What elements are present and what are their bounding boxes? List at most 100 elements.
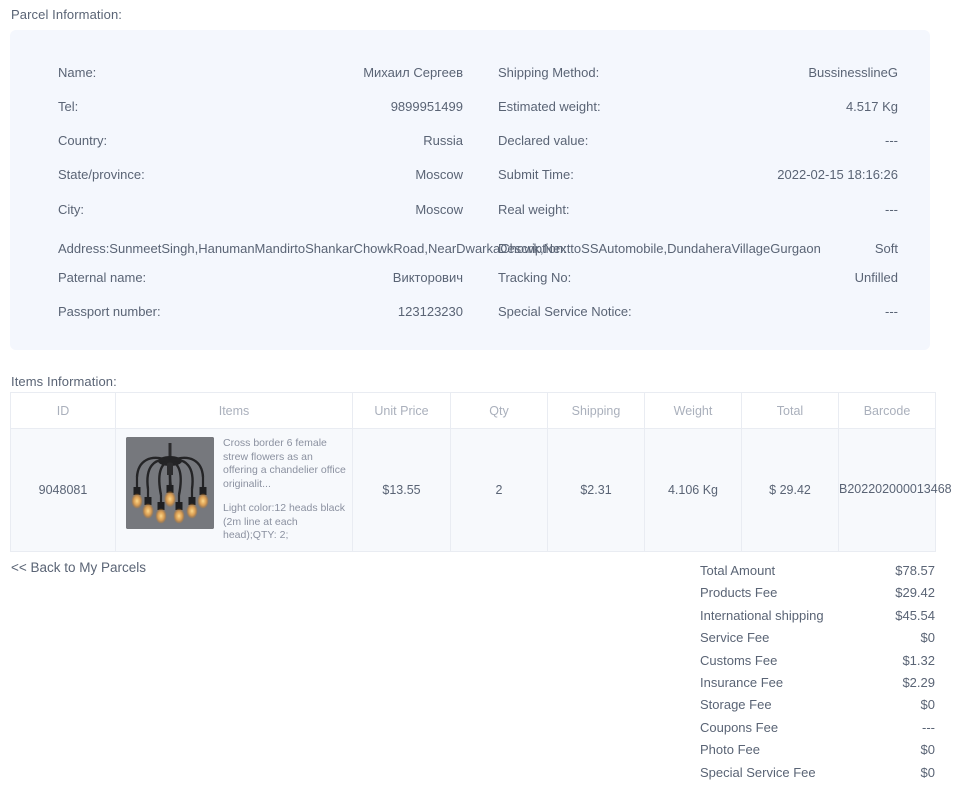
total-row-coupons-fee: Coupons Fee ---: [700, 720, 935, 742]
field-estimated-weight-label: Estimated weight:: [498, 99, 601, 114]
field-name: Name: Михаил Сергеев: [58, 56, 463, 90]
field-submit-time-label: Submit Time:: [498, 167, 574, 182]
field-country-label: Country:: [58, 133, 108, 148]
total-value-customs-fee: $1.32: [902, 652, 935, 668]
field-tracking-no: Tracking No: Unfilled: [498, 261, 898, 295]
field-tel: Tel: 9899951499: [58, 90, 463, 124]
total-value-storage-fee: $0: [920, 697, 935, 713]
parcel-information-title: Parcel Information:: [11, 7, 123, 22]
item-attributes: Light color:12 heads black (2m line at e…: [223, 502, 345, 541]
field-estimated-weight-value: 4.517 Kg: [845, 99, 898, 114]
field-declared-value-value: ---: [885, 133, 898, 148]
total-label-customs-fee: Customs Fee: [700, 652, 778, 668]
column-header-unit-price: Unit Price: [352, 392, 451, 429]
field-name-value: Михаил Сергеев: [363, 65, 463, 80]
items-table: ID Items Unit Price Qty Shipping Weight …: [10, 392, 952, 552]
field-declared-value-label: Declared value:: [498, 133, 589, 148]
total-row-service-fee: Service Fee $0: [700, 630, 935, 652]
field-real-weight-value: ---: [885, 202, 898, 217]
total-label-insurance-fee: Insurance Fee: [700, 674, 784, 690]
total-label-coupons-fee: Coupons Fee: [700, 719, 779, 735]
field-city-value: Moscow: [415, 202, 463, 217]
total-row-products-fee: Products Fee $29.42: [700, 585, 935, 607]
field-shipping-method: Shipping Method: BussinesslineG: [498, 56, 898, 90]
total-row-insurance-fee: Insurance Fee $2.29: [700, 675, 935, 697]
cell-qty: 2: [450, 428, 548, 552]
field-declared-value: Declared value: ---: [498, 124, 898, 158]
field-paternal-name-value: Викторович: [392, 270, 463, 285]
total-label-total-amount: Total Amount: [700, 563, 776, 578]
total-value-international-shipping: $45.54: [895, 607, 935, 623]
field-state-province-label: State/province:: [58, 167, 145, 182]
items-table-header-row: ID Items Unit Price Qty Shipping Weight …: [10, 392, 936, 429]
column-header-weight: Weight: [644, 392, 742, 429]
field-estimated-weight: Estimated weight: 4.517 Kg: [498, 90, 898, 124]
column-header-qty: Qty: [450, 392, 548, 429]
total-label-photo-fee: Photo Fee: [700, 742, 760, 758]
total-row-total-amount: Total Amount $78.57: [700, 563, 935, 585]
field-submit-time-value: 2022-02-15 18:16:26: [777, 167, 898, 182]
field-shipping-method-label: Shipping Method:: [498, 65, 600, 80]
parcel-information-panel: Name: Михаил Сергеев Tel: 9899951499 Cou…: [10, 30, 930, 350]
totals-summary: Total Amount $78.57 Products Fee $29.42 …: [700, 563, 935, 787]
field-state-province: State/province: Moscow: [58, 158, 463, 192]
field-real-weight: Real weight: ---: [498, 193, 898, 227]
field-name-label: Name:: [58, 65, 97, 80]
items-information-title: Items Information:: [11, 374, 117, 389]
total-row-storage-fee: Storage Fee $0: [700, 697, 935, 719]
field-tracking-no-label: Tracking No:: [498, 270, 572, 285]
total-value-special-service-fee: $0: [920, 764, 935, 780]
field-submit-time: Submit Time: 2022-02-15 18:16:26: [498, 158, 898, 192]
total-value-insurance-fee: $2.29: [902, 674, 935, 690]
product-thumbnail[interactable]: [126, 437, 214, 529]
table-row: 9048081 Cross border 6 female strew flow…: [10, 428, 952, 552]
total-label-international-shipping: International shipping: [700, 607, 824, 623]
field-passport-number-label: Passport number:: [58, 304, 161, 319]
cell-id: 9048081: [10, 428, 116, 552]
chandelier-lamp-icon: [126, 437, 214, 529]
field-country-value: Russia: [423, 133, 463, 148]
total-label-storage-fee: Storage Fee: [700, 697, 772, 713]
field-paternal-name: Paternal name: Викторович: [58, 261, 463, 295]
field-paternal-name-label: Paternal name:: [58, 270, 147, 285]
cell-total: $ 29.42: [741, 428, 839, 552]
cell-shipping: $2.31: [547, 428, 645, 552]
total-value-service-fee: $0: [920, 630, 935, 646]
total-label-special-service-fee: Special Service Fee: [700, 764, 816, 780]
field-city: City: Moscow: [58, 193, 463, 227]
total-value-coupons-fee: ---: [922, 719, 935, 735]
cell-items: Cross border 6 female strew flowers as a…: [115, 428, 353, 552]
total-label-products-fee: Products Fee: [700, 585, 778, 601]
field-city-label: City:: [58, 202, 84, 217]
back-to-my-parcels-link[interactable]: << Back to My Parcels: [11, 560, 146, 575]
cell-unit-price: $13.55: [352, 428, 451, 552]
total-value-photo-fee: $0: [920, 742, 935, 758]
total-row-customs-fee: Customs Fee $1.32: [700, 653, 935, 675]
cell-barcode: B202202000013468: [838, 428, 952, 552]
field-country: Country: Russia: [58, 124, 463, 158]
field-shipping-method-value: BussinesslineG: [808, 65, 898, 80]
field-state-province-value: Moscow: [415, 167, 463, 182]
total-row-special-service-fee: Special Service Fee $0: [700, 765, 935, 787]
total-value-products-fee: $29.42: [895, 585, 935, 601]
parcel-info-grid: Name: Михаил Сергеев Tel: 9899951499 Cou…: [10, 30, 930, 350]
column-header-total: Total: [741, 392, 839, 429]
field-tracking-no-value: Unfilled: [854, 270, 898, 285]
column-header-shipping: Shipping: [547, 392, 645, 429]
field-passport-number-value: 123123230: [397, 304, 463, 319]
field-special-service-notice: Special Service Notice: ---: [498, 295, 898, 329]
cell-weight: 4.106 Kg: [644, 428, 742, 552]
column-header-items: Items: [115, 392, 353, 429]
field-passport-number: Passport number: 123123230: [58, 295, 463, 329]
field-special-service-notice-label: Special Service Notice:: [498, 304, 632, 319]
field-real-weight-label: Real weight:: [498, 202, 570, 217]
field-tel-value: 9899951499: [390, 99, 463, 114]
total-value-total-amount: $78.57: [895, 563, 935, 578]
column-header-barcode: Barcode: [838, 392, 936, 429]
field-tel-label: Tel:: [58, 99, 79, 114]
item-title: Cross border 6 female strew flowers as a…: [223, 437, 346, 490]
total-label-service-fee: Service Fee: [700, 630, 770, 646]
total-row-photo-fee: Photo Fee $0: [700, 742, 935, 764]
field-special-service-notice-value: ---: [885, 304, 898, 319]
column-header-id: ID: [10, 392, 116, 429]
